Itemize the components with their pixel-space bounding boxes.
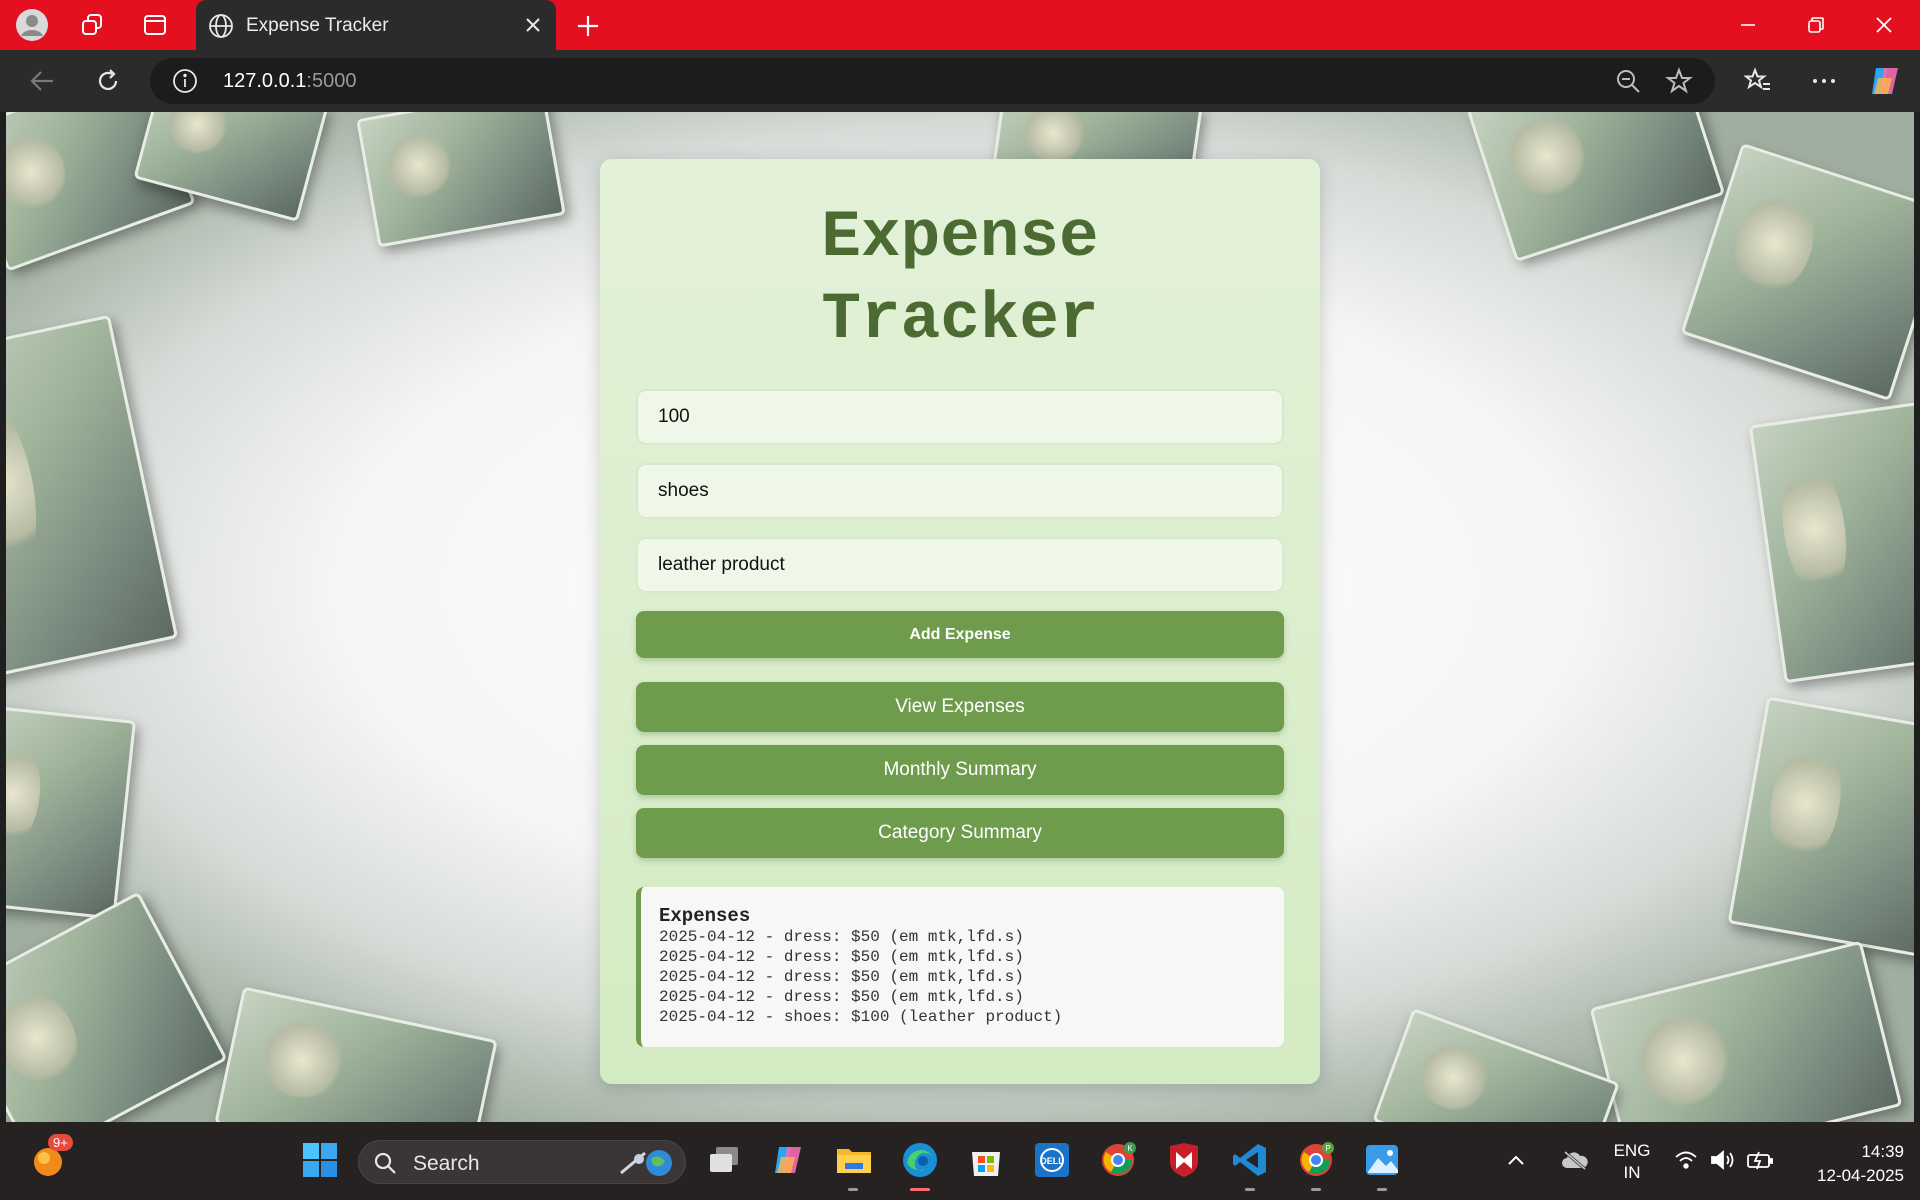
task-view-icon[interactable] — [700, 1136, 748, 1184]
expense-row: 2025-04-12 - dress: $50 (em mtk,lfd.s) — [659, 968, 1024, 986]
search-highlight-icon — [620, 1150, 672, 1176]
chrome-profile-p-icon[interactable]: P — [1292, 1136, 1340, 1184]
wifi-icon[interactable] — [1672, 1136, 1700, 1184]
expense-row: 2025-04-12 - shoes: $100 (leather produc… — [659, 1008, 1063, 1026]
svg-text:P: P — [1325, 1144, 1330, 1153]
category-input[interactable]: shoes — [636, 463, 1284, 519]
money-stack-image — [1727, 696, 1914, 958]
page-title: Expense Tracker — [821, 200, 1099, 357]
edge-browser-icon[interactable] — [896, 1136, 944, 1184]
money-stack-image — [1589, 940, 1903, 1122]
favorites-icon[interactable] — [1739, 62, 1777, 100]
money-stack-image — [214, 986, 498, 1122]
copilot-taskbar-icon[interactable] — [764, 1136, 812, 1184]
expense-row: 2025-04-12 - dress: $50 (em mtk,lfd.s) — [659, 988, 1024, 1006]
money-stack-image — [6, 891, 228, 1122]
tab-expense-tracker[interactable]: Expense Tracker — [196, 0, 556, 51]
widgets-badge: 9+ — [48, 1134, 73, 1151]
windows-taskbar: 9+ Search DELL K P ENG IN 14:39 12-04-20… — [0, 1122, 1920, 1200]
dell-icon[interactable]: DELL — [1028, 1136, 1076, 1184]
address-bar[interactable]: 127.0.0.1:5000 — [150, 58, 1715, 104]
money-stack-image — [1372, 1007, 1620, 1122]
close-window-icon[interactable] — [1850, 0, 1918, 50]
running-indicator — [848, 1188, 858, 1191]
search-label: Search — [413, 1152, 480, 1175]
close-tab-icon[interactable] — [520, 12, 546, 38]
running-indicator — [1245, 1188, 1255, 1191]
output-title: Expenses — [659, 905, 751, 927]
language-indicator[interactable]: ENG IN — [1604, 1140, 1660, 1184]
profile-avatar-icon[interactable] — [13, 6, 51, 44]
time: 14:39 — [1861, 1142, 1904, 1161]
svg-text:DELL: DELL — [1040, 1156, 1064, 1166]
favorite-star-icon[interactable] — [1665, 67, 1693, 95]
mcafee-icon[interactable] — [1160, 1136, 1208, 1184]
start-windows-icon[interactable] — [296, 1136, 344, 1184]
microsoft-store-icon[interactable] — [962, 1136, 1010, 1184]
battery-charging-icon[interactable] — [1744, 1136, 1776, 1184]
onedrive-offline-icon[interactable] — [1558, 1136, 1592, 1184]
restore-icon[interactable] — [1782, 0, 1850, 50]
expenses-output-panel: Expenses 2025-04-12 - dress: $50 (em mtk… — [636, 887, 1284, 1047]
volume-icon[interactable] — [1708, 1136, 1738, 1184]
refresh-icon[interactable] — [89, 62, 127, 100]
money-stack-image — [6, 314, 179, 680]
minimize-icon[interactable] — [1714, 0, 1782, 50]
monthly-summary-button[interactable]: Monthly Summary — [636, 745, 1284, 795]
chrome-profile-k-icon[interactable]: K — [1094, 1136, 1142, 1184]
workspaces-icon[interactable] — [73, 6, 111, 44]
taskbar-search[interactable]: Search — [358, 1140, 686, 1184]
tab-title: Expense Tracker — [246, 15, 389, 36]
money-stack-image — [1466, 112, 1726, 263]
vscode-icon[interactable] — [1226, 1136, 1274, 1184]
expense-row: 2025-04-12 - dress: $50 (em mtk,lfd.s) — [659, 928, 1024, 946]
globe-icon — [209, 14, 233, 38]
money-stack-image — [1748, 400, 1914, 684]
money-stack-image — [6, 704, 137, 920]
category-summary-button[interactable]: Category Summary — [636, 808, 1284, 858]
back-icon[interactable] — [23, 62, 61, 100]
site-info-icon[interactable] — [172, 68, 198, 94]
show-hidden-icons-icon[interactable] — [1502, 1136, 1530, 1184]
more-options-icon[interactable] — [1805, 62, 1843, 100]
browser-title-bar: Expense Tracker — [0, 0, 1920, 51]
add-expense-button[interactable]: Add Expense — [636, 611, 1284, 658]
running-indicator — [1311, 1188, 1321, 1191]
copilot-icon[interactable] — [1866, 62, 1904, 100]
new-tab-icon[interactable] — [570, 8, 606, 44]
search-icon — [374, 1152, 396, 1174]
date: 12-04-2025 — [1817, 1166, 1904, 1185]
svg-text:K: K — [1127, 1144, 1133, 1153]
money-stack-image — [356, 112, 566, 248]
clock[interactable]: 14:39 12-04-2025 — [1796, 1140, 1904, 1188]
photos-icon[interactable] — [1358, 1136, 1406, 1184]
running-indicator — [1377, 1188, 1387, 1191]
tab-actions-icon[interactable] — [136, 6, 174, 44]
view-expenses-button[interactable]: View Expenses — [636, 682, 1284, 732]
file-explorer-icon[interactable] — [830, 1136, 878, 1184]
active-indicator — [910, 1188, 930, 1191]
amount-input[interactable]: 100 — [636, 389, 1284, 445]
url-text: 127.0.0.1:5000 — [223, 70, 357, 92]
browser-toolbar: 127.0.0.1:5000 — [0, 50, 1920, 112]
expense-tracker-card: Expense Tracker 100 shoes leather product… — [600, 159, 1320, 1084]
expense-row: 2025-04-12 - dress: $50 (em mtk,lfd.s) — [659, 948, 1024, 966]
description-input[interactable]: leather product — [636, 537, 1284, 593]
zoom-out-icon[interactable] — [1615, 68, 1641, 94]
widgets-icon[interactable]: 9+ — [24, 1134, 73, 1184]
